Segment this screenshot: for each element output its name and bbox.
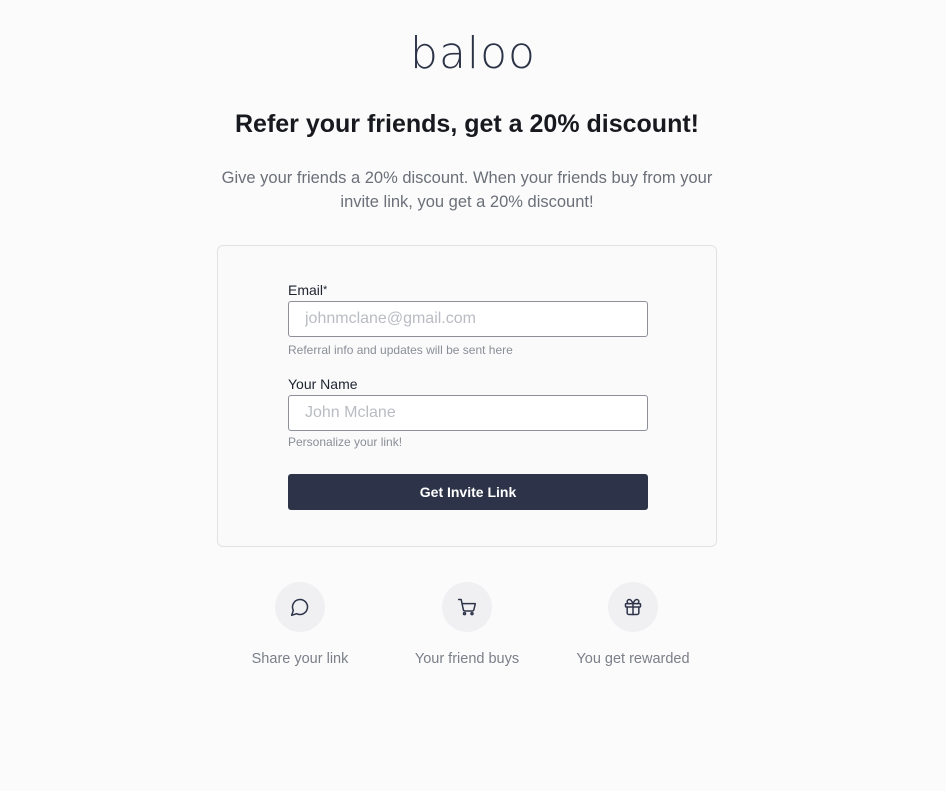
- page-subtitle: Give your friends a 20% discount. When y…: [221, 169, 713, 211]
- email-label: Email*: [288, 282, 327, 298]
- step-share: Share your link: [220, 582, 380, 668]
- name-label: Your Name: [288, 376, 358, 392]
- required-mark: *: [323, 284, 328, 296]
- chat-bubble-icon: [275, 582, 325, 632]
- shopping-cart-icon: [442, 582, 492, 632]
- referral-page: baloo Refer your friends, get a 20% disc…: [0, 0, 946, 791]
- step-friend-buys: Your friend buys: [387, 582, 547, 668]
- step-label: Your friend buys: [414, 651, 520, 667]
- how-it-works-steps: Share your link Your friend buys You get…: [217, 582, 717, 682]
- email-field[interactable]: [288, 301, 648, 337]
- get-invite-link-button[interactable]: Get Invite Link: [288, 474, 648, 510]
- name-hint: Personalize your link!: [288, 435, 403, 449]
- step-label: Share your link: [251, 651, 349, 667]
- gift-icon: [608, 582, 658, 632]
- page-title: Refer your friends, get a 20% discount!: [235, 110, 699, 138]
- brand-logo: baloo: [410, 28, 536, 79]
- email-hint: Referral info and updates will be sent h…: [288, 343, 513, 357]
- step-rewarded: You get rewarded: [553, 582, 713, 668]
- step-label: You get rewarded: [576, 651, 690, 667]
- name-field[interactable]: [288, 395, 648, 431]
- email-label-text: Email: [288, 282, 324, 298]
- referral-form-card: Email* Referral info and updates will be…: [217, 245, 717, 547]
